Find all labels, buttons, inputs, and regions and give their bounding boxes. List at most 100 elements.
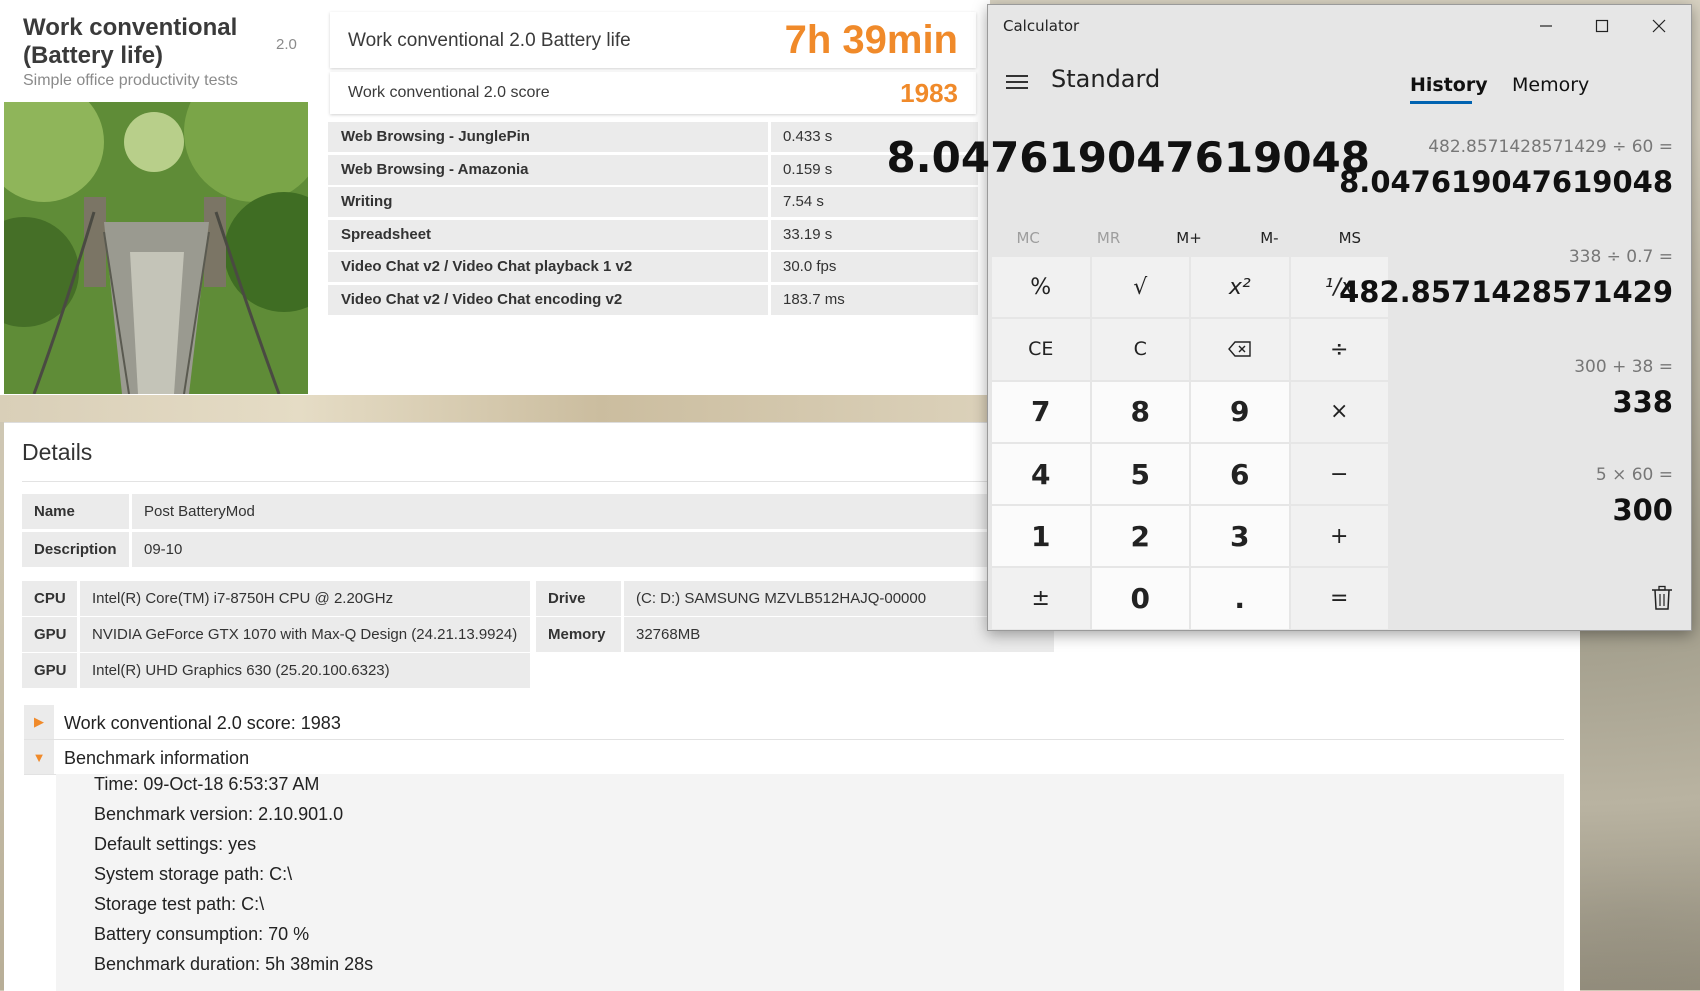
window-title: Calculator [1003,17,1080,35]
tab-memory[interactable]: Memory [1512,74,1589,96]
history-expression[interactable]: 5 × 60 = [1596,465,1673,485]
close-icon[interactable] [1636,11,1682,41]
equals-button[interactable]: = [1290,568,1388,629]
divide-button[interactable]: ÷ [1290,319,1388,380]
result-value: 30.0 fps [771,252,978,283]
cpu-row: CPU Intel(R) Core(TM) i7-8750H CPU @ 2.2… [22,581,530,616]
info-version: Benchmark version: 2.10.901.0 [94,804,344,824]
minimize-icon[interactable] [1523,11,1569,41]
table-row: Spreadsheet 33.19 s [328,219,978,250]
digit-7-button[interactable]: 7 [992,381,1090,442]
benchmark-info-label: Benchmark information [64,748,250,768]
backspace-button[interactable] [1191,319,1289,380]
digit-6-button[interactable]: 6 [1191,443,1289,505]
gpu-row: GPU Intel(R) UHD Graphics 630 (25.20.100… [22,653,530,688]
benchmark-info-expander[interactable]: ▼ Benchmark information [24,740,1564,775]
digit-3-button[interactable]: 3 [1191,506,1289,567]
add-button[interactable]: + [1290,506,1388,567]
result-display: 8.047619047619048 [886,133,1370,182]
score-card: Work conventional 2.0 score 1983 [330,72,976,114]
battery-life-card: Work conventional 2.0 Battery life 7h 39… [330,12,976,68]
caret-right-icon[interactable]: ▶ [24,705,54,739]
info-battery-consumption: Battery consumption: 70 % [94,924,310,944]
active-tab-indicator [1410,101,1472,104]
digit-8-button[interactable]: 8 [1091,381,1189,442]
decimal-button[interactable]: . [1191,568,1289,629]
history-expression[interactable]: 338 ÷ 0.7 = [1569,247,1673,267]
info-system-storage: System storage path: C:\ [94,864,293,884]
cpu-value: Intel(R) Core(TM) i7-8750H CPU @ 2.20GHz [80,581,530,616]
calculator-main: Standard 8.047619047619048 MC MR M+ M- M… [886,45,1390,630]
benchmark-subtitle: Simple office productivity tests [23,72,238,89]
table-row: Video Chat v2 / Video Chat encoding v2 18… [328,284,978,315]
tab-history[interactable]: History [1410,74,1488,96]
m-plus-button[interactable]: M+ [1149,223,1229,253]
gpu-label: GPU [22,653,77,688]
result-name: Video Chat v2 / Video Chat encoding v2 [328,284,768,315]
memory-label: Memory [536,617,621,652]
history-expression[interactable]: 300 + 38 = [1574,357,1673,377]
name-label: Name [22,494,129,529]
result-name: Video Chat v2 / Video Chat playback 1 v2 [328,252,768,283]
table-row: Writing 7.54 s [328,187,978,218]
benchmark-result-panel: Work conventional (Battery life) 2.0 Sim… [0,0,990,395]
table-row: Video Chat v2 / Video Chat playback 1 v2… [328,252,978,283]
battery-life-label: Work conventional 2.0 Battery life [348,30,631,51]
trash-icon[interactable] [1651,585,1673,615]
memory-buttons: MC MR M+ M- MS [988,223,1390,253]
info-duration: Benchmark duration: 5h 38min 28s [94,954,374,974]
history-pane: History Memory 482.8571428571429 ÷ 60 = … [1339,45,1691,630]
score-section-expander[interactable]: ▶ Work conventional 2.0 score: 1983 [24,705,1564,740]
mr-button[interactable]: MR [1068,223,1148,253]
memory-row: Memory 32768MB [536,617,1054,652]
digit-4-button[interactable]: 4 [992,443,1090,505]
maximize-icon[interactable] [1579,11,1625,41]
drive-label: Drive [536,581,621,616]
hamburger-icon[interactable] [1006,71,1028,93]
details-title: Details [22,439,93,465]
history-result[interactable]: 482.8571428571429 [1339,275,1673,309]
result-name: Spreadsheet [328,219,768,250]
benchmark-image [4,102,308,394]
subtract-button[interactable]: − [1290,443,1388,505]
history-result[interactable]: 300 [1612,493,1673,527]
negate-button[interactable]: ± [992,568,1090,629]
table-row: Web Browsing - JunglePin 0.433 s [328,122,978,152]
digit-5-button[interactable]: 5 [1091,443,1189,505]
results-table: Web Browsing - JunglePin 0.433 s Web Brow… [328,122,978,318]
square-root-button[interactable]: √ [1091,257,1189,318]
digit-0-button[interactable]: 0 [1091,568,1189,629]
multiply-button[interactable]: × [1290,381,1388,442]
cpu-label: CPU [22,581,77,616]
title-bar[interactable]: Calculator [988,5,1691,45]
result-name: Web Browsing - Amazonia [328,154,768,185]
history-result[interactable]: 338 [1612,385,1673,419]
square-button[interactable]: x² [1191,257,1289,318]
result-value: 183.7 ms [771,284,978,315]
gpu-label: GPU [22,617,77,652]
gpu-row: GPU NVIDIA GeForce GTX 1070 with Max-Q D… [22,617,530,652]
result-value: 7.54 s [771,187,978,218]
info-storage-test: Storage test path: C:\ [94,894,265,914]
percent-button[interactable]: % [992,257,1090,318]
keypad: % √ x² ¹/x CE C ÷ 7 8 9 × 4 5 6 − 1 2 3 … [992,257,1388,629]
description-label: Description [22,532,129,567]
table-row: Web Browsing - Amazonia 0.159 s [328,154,978,185]
digit-1-button[interactable]: 1 [992,506,1090,567]
history-result[interactable]: 8.047619047619048 [1339,165,1673,199]
m-minus-button[interactable]: M- [1229,223,1309,253]
digit-2-button[interactable]: 2 [1091,506,1189,567]
desktop-background-strip [0,392,1000,422]
ms-button[interactable]: MS [1310,223,1390,253]
history-expression[interactable]: 482.8571428571429 ÷ 60 = [1428,137,1673,157]
battery-life-value: 7h 39min [784,18,958,62]
caret-down-icon[interactable]: ▼ [24,740,54,774]
clear-button[interactable]: C [1091,319,1189,380]
clear-entry-button[interactable]: CE [992,319,1090,380]
digit-9-button[interactable]: 9 [1191,381,1289,442]
mode-title: Standard [1051,65,1161,93]
benchmark-version: 2.0 [276,36,297,53]
drive-row: Drive (C: D:) SAMSUNG MZVLB512HAJQ-00000 [536,581,1054,616]
benchmark-info-panel: Time: 09-Oct-18 6:53:37 AM Benchmark ver… [56,774,1564,991]
mc-button[interactable]: MC [988,223,1068,253]
